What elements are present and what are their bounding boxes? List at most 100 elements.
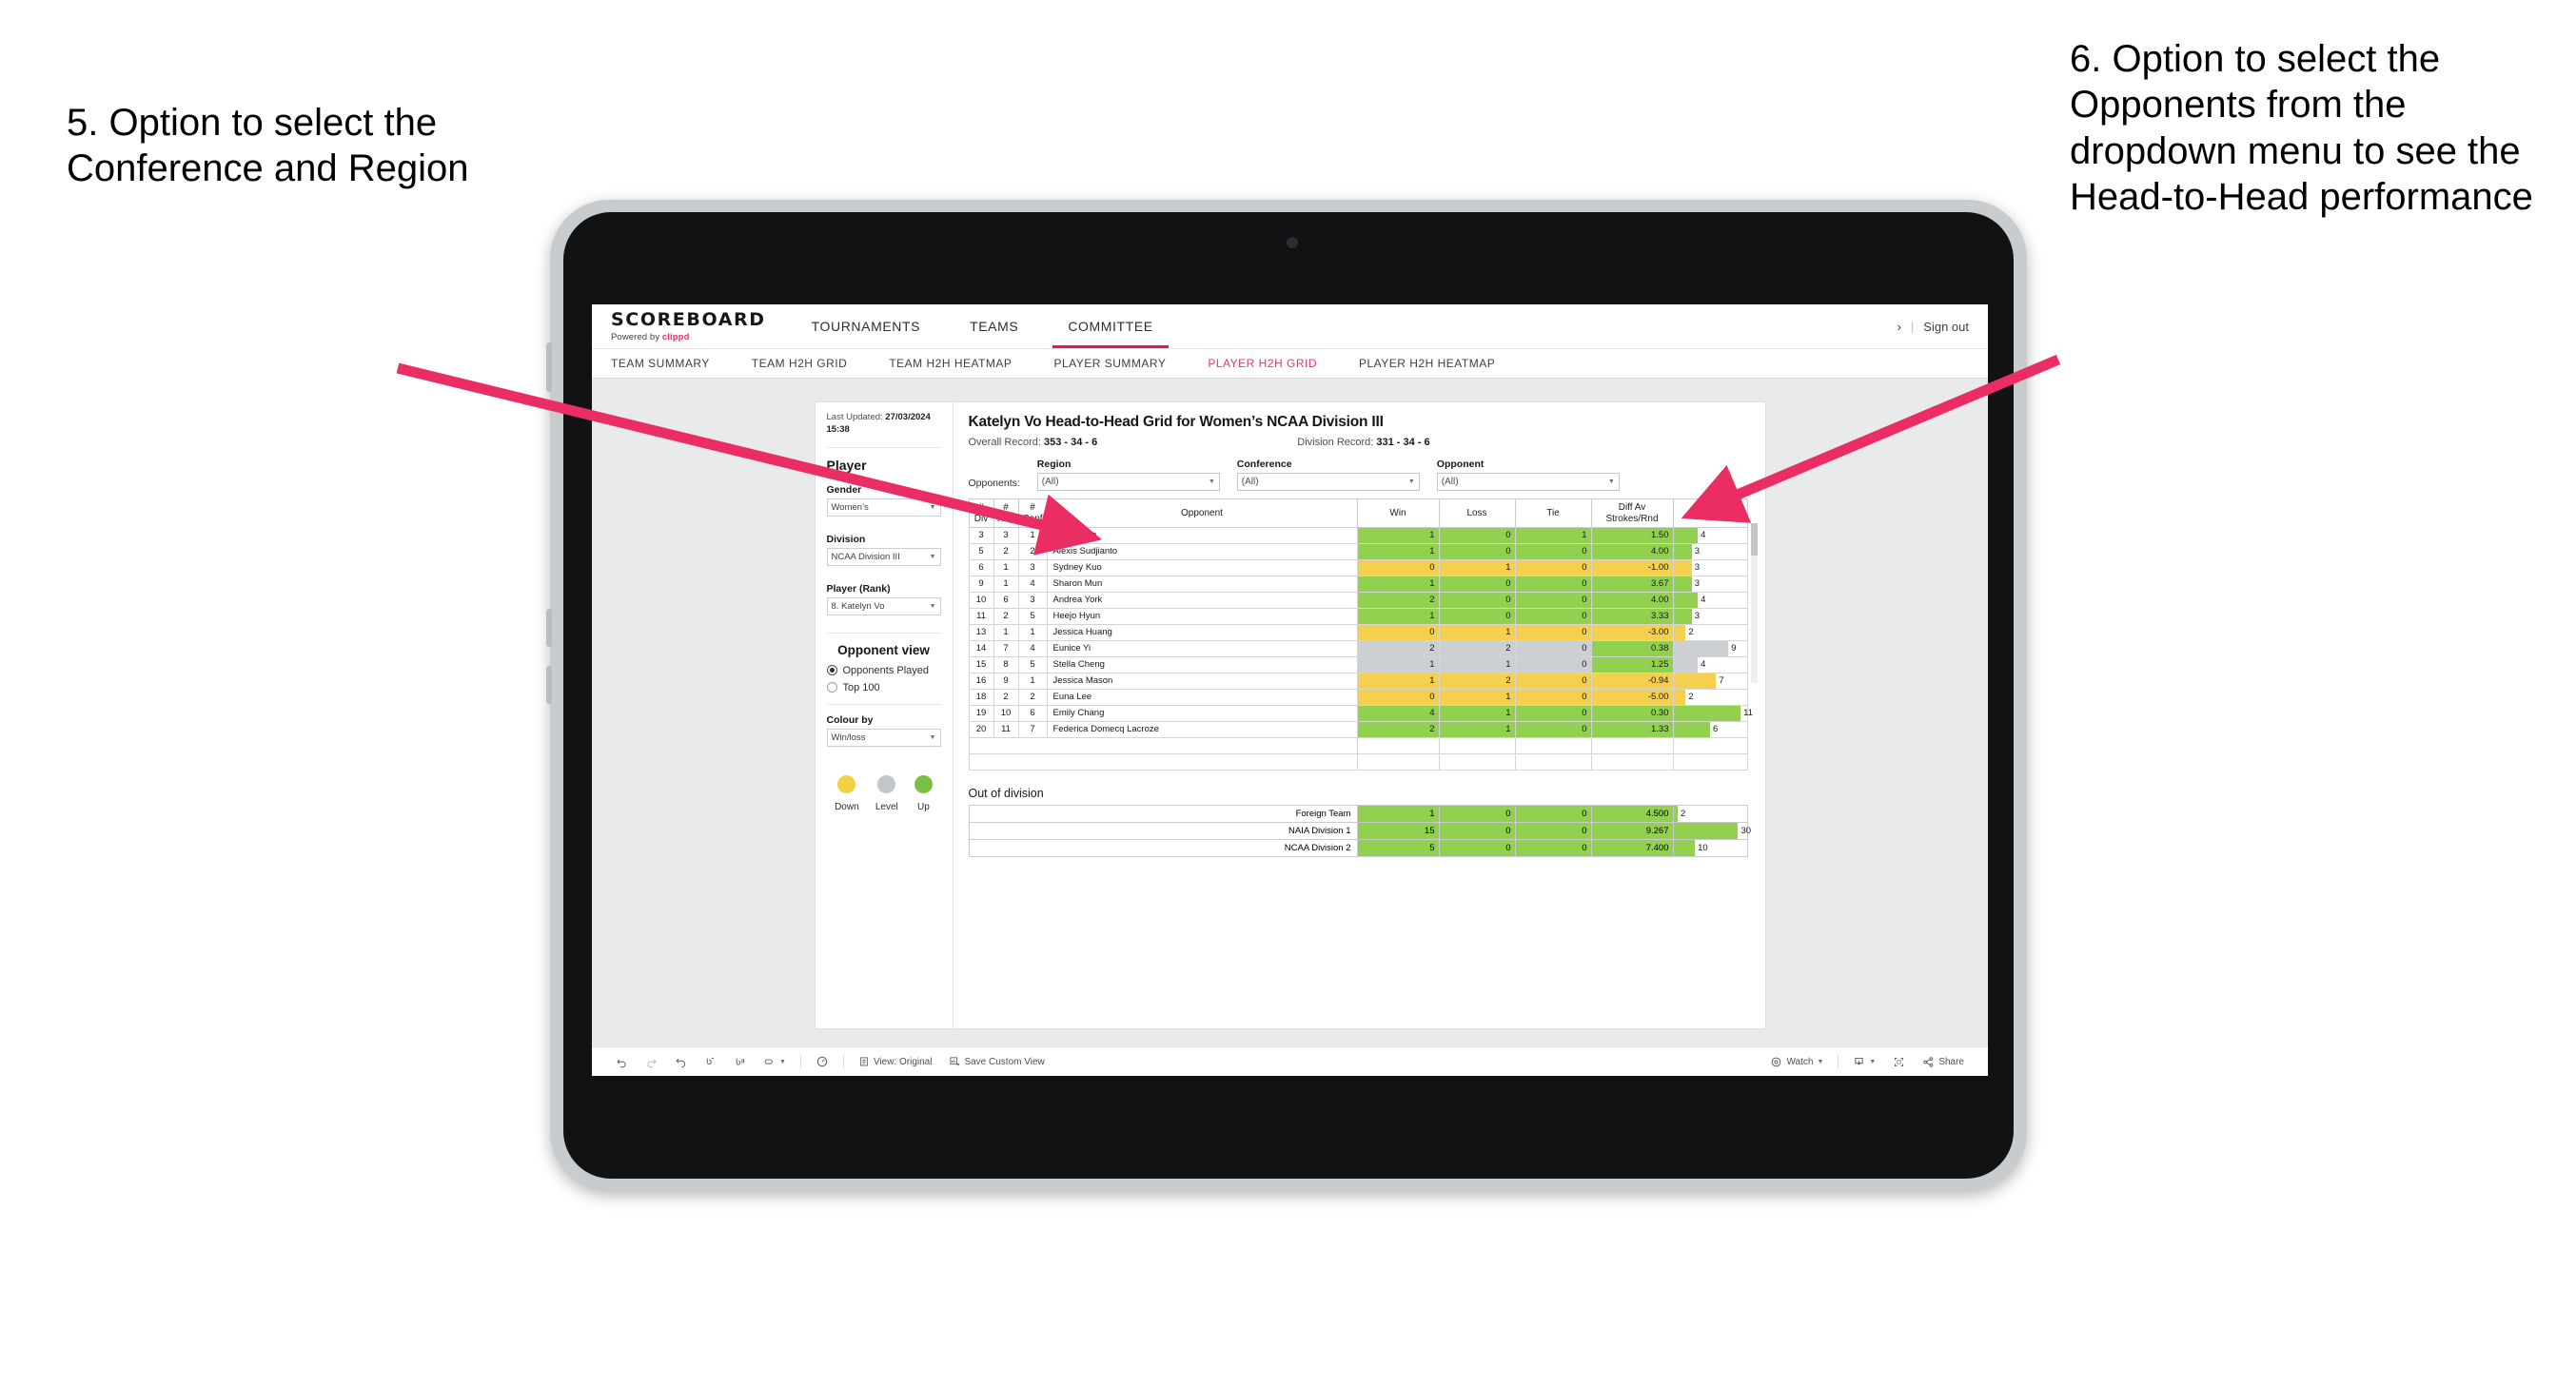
subnav-item-player-h2h-grid[interactable]: PLAYER H2H GRID <box>1208 357 1317 370</box>
download-button[interactable]: ▼ <box>1844 1056 1884 1068</box>
opponent-filters: Opponents: Region (All) ▼ Conference (Al… <box>969 459 1748 491</box>
col-header-0[interactable]: # Div <box>968 498 994 528</box>
cell-diff: 4.00 <box>1590 543 1674 560</box>
region-select[interactable]: (All) ▼ <box>1036 473 1220 491</box>
cell-win: 4 <box>1356 705 1440 722</box>
col-header-7[interactable]: Diff Av Strokes/Rnd <box>1590 498 1674 528</box>
h2h-grid-wrapper: # Div # Reg # Conf Opponent Win Loss Tie Diff Av St… <box>968 498 1758 771</box>
radio-icon <box>826 665 837 676</box>
subnav-item-player-summary[interactable]: PLAYER SUMMARY <box>1053 357 1166 370</box>
save-custom-view-button[interactable]: Save Custom View <box>940 1056 1052 1067</box>
out-of-division-row[interactable]: Foreign Team 1 0 0 4.500 2 <box>968 805 1748 823</box>
cell-win: 0 <box>1356 689 1440 706</box>
cell-rounds: 3 <box>1672 608 1748 625</box>
out-of-division-row[interactable]: NCAA Division 2 5 0 0 7.400 10 <box>968 839 1748 857</box>
table-row[interactable]: 5 2 2 Alexis Sudjianto 1 0 0 4.00 3 <box>968 543 1748 560</box>
bottom-toolbar: ▼ View: Original Save Custom View Watch ▼… <box>592 1046 1988 1076</box>
table-row[interactable]: 15 8 5 Stella Cheng 1 1 0 1.25 4 <box>968 656 1748 673</box>
volume-down-button[interactable] <box>546 666 552 704</box>
radio-top-100[interactable]: Top 100 <box>826 682 941 693</box>
pause-auto-update-button[interactable] <box>725 1056 755 1068</box>
sign-out-link[interactable]: Sign out <box>1923 320 1969 334</box>
table-row[interactable]: 16 9 1 Jessica Mason 1 2 0 -0.94 7 <box>968 673 1748 690</box>
view-original-button[interactable]: View: Original <box>850 1056 941 1067</box>
table-vertical-scrollbar[interactable] <box>1750 523 1758 683</box>
table-row[interactable]: 6 1 3 Sydney Kuo 0 1 0 -1.00 3 <box>968 559 1748 576</box>
col-header-6[interactable]: Tie <box>1514 498 1592 528</box>
subnav-item-team-summary[interactable]: TEAM SUMMARY <box>611 357 710 370</box>
out-of-division-row[interactable]: NAIA Division 1 15 0 0 9.267 30 <box>968 822 1751 840</box>
cell-reg: 7 <box>993 640 1019 657</box>
redo-button[interactable] <box>637 1056 666 1068</box>
cell-reg: 3 <box>993 527 1019 544</box>
subnav-item-team-h2h-grid[interactable]: TEAM H2H GRID <box>752 357 848 370</box>
undo-button[interactable] <box>607 1056 637 1068</box>
cell-group-name: NCAA Division 2 <box>968 839 1358 857</box>
revert-button[interactable] <box>666 1056 696 1068</box>
chevron-right-icon[interactable]: › <box>1898 320 1901 334</box>
table-row[interactable]: 20 11 7 Federica Domecq Lacroze 2 1 0 1.33 6 <box>968 721 1748 738</box>
scrollbar-thumb[interactable] <box>1750 523 1758 556</box>
topnav-item-teams[interactable]: TEAMS <box>945 304 1043 348</box>
topnav-item-tournaments[interactable]: TOURNAMENTS <box>787 304 945 348</box>
cell-diff: 4.500 <box>1590 805 1674 823</box>
col-header-4[interactable]: Win <box>1356 498 1440 528</box>
brand-logo[interactable]: SCOREBOARD Powered by clippd <box>592 304 787 348</box>
table-row[interactable]: 9 1 4 Sharon Mun 1 0 0 3.67 3 <box>968 576 1748 593</box>
share-button[interactable]: Share <box>1914 1056 1973 1068</box>
volume-up-button[interactable] <box>546 609 552 647</box>
table-row[interactable]: 18 2 2 Euna Lee 0 1 0 -5.00 2 <box>968 689 1748 706</box>
cell-loss: 1 <box>1438 559 1516 576</box>
subnav-item-team-h2h-heatmap[interactable]: TEAM H2H HEATMAP <box>889 357 1012 370</box>
col-header-2[interactable]: # Conf <box>1017 498 1048 528</box>
colour-by-label: Colour by <box>826 713 874 726</box>
filter-conference: Conference (All) ▼ <box>1236 459 1420 491</box>
cell-win: 1 <box>1356 608 1440 625</box>
player-rank-select[interactable]: 8. Katelyn Vo ▼ <box>826 596 941 615</box>
cell-opponent: Stella Cheng <box>1046 656 1358 673</box>
table-row[interactable]: 11 2 5 Heejo Hyun 1 0 0 3.33 3 <box>968 608 1748 625</box>
overall-record-label: Overall Record: <box>968 437 1044 448</box>
topnav-item-committee[interactable]: COMMITTEE <box>1043 304 1177 348</box>
col-header-8[interactable]: Rounds <box>1672 498 1748 528</box>
radio-opponents-played[interactable]: Opponents Played <box>826 665 941 676</box>
cell-opponent: Jessica Huang <box>1046 624 1358 641</box>
pace-button[interactable] <box>807 1055 837 1068</box>
cell-diff: 1.25 <box>1590 656 1674 673</box>
out-of-division-table: Foreign Team 1 0 0 4.500 2 NAIA Division 1 15 0 0… <box>968 805 1751 857</box>
col-header-5[interactable]: Loss <box>1438 498 1516 528</box>
watch-button[interactable]: Watch ▼ <box>1761 1056 1832 1068</box>
rounds-value: 4 <box>1701 530 1706 541</box>
table-row[interactable]: 13 1 1 Jessica Huang 0 1 0 -3.00 2 <box>968 624 1748 641</box>
fullscreen-button[interactable] <box>1884 1056 1914 1068</box>
rounds-bar <box>1673 673 1717 689</box>
col-header-1[interactable]: # Reg <box>993 498 1019 528</box>
power-button[interactable] <box>546 342 552 392</box>
cell-diff: 1.33 <box>1590 721 1674 738</box>
gender-select[interactable]: Women’s ▼ <box>826 498 941 517</box>
rounds-value: 4 <box>1701 595 1706 606</box>
rounds-bar <box>1673 576 1692 592</box>
cell-conf: 5 <box>1017 656 1048 673</box>
table-row[interactable]: 19 10 6 Emily Chang 4 1 0 0.30 11 <box>968 705 1753 722</box>
table-row[interactable]: 10 6 3 Andrea York 2 0 0 4.00 4 <box>968 592 1748 609</box>
player-rank-label: Player (Rank) <box>826 582 891 595</box>
brand-title: SCOREBOARD <box>611 308 766 330</box>
cell-opponent: Eunice Yi <box>1046 640 1358 657</box>
division-select[interactable]: NCAA Division III ▼ <box>826 547 941 566</box>
table-row[interactable]: 3 3 1 Esther Lee 1 0 1 1.50 4 <box>968 527 1748 544</box>
colour-by-select[interactable]: Win/loss ▼ <box>826 728 941 747</box>
cell-div: 20 <box>968 721 994 738</box>
rounds-value: 11 <box>1743 708 1753 719</box>
cell-reg: 1 <box>993 576 1019 593</box>
rounds-bar <box>1673 609 1692 624</box>
shape-dropdown-button[interactable]: ▼ <box>755 1056 795 1068</box>
col-header-3[interactable]: Opponent <box>1046 498 1358 528</box>
cell-reg: 2 <box>993 543 1019 560</box>
opponent-select[interactable]: (All) ▼ <box>1436 473 1620 491</box>
chevron-down-icon: ▼ <box>929 602 936 610</box>
subnav-item-player-h2h-heatmap[interactable]: PLAYER H2H HEATMAP <box>1359 357 1495 370</box>
refresh-button[interactable] <box>696 1056 725 1068</box>
table-row[interactable]: 14 7 4 Eunice Yi 2 2 0 0.38 9 <box>968 640 1748 657</box>
conference-select[interactable]: (All) ▼ <box>1236 473 1420 491</box>
